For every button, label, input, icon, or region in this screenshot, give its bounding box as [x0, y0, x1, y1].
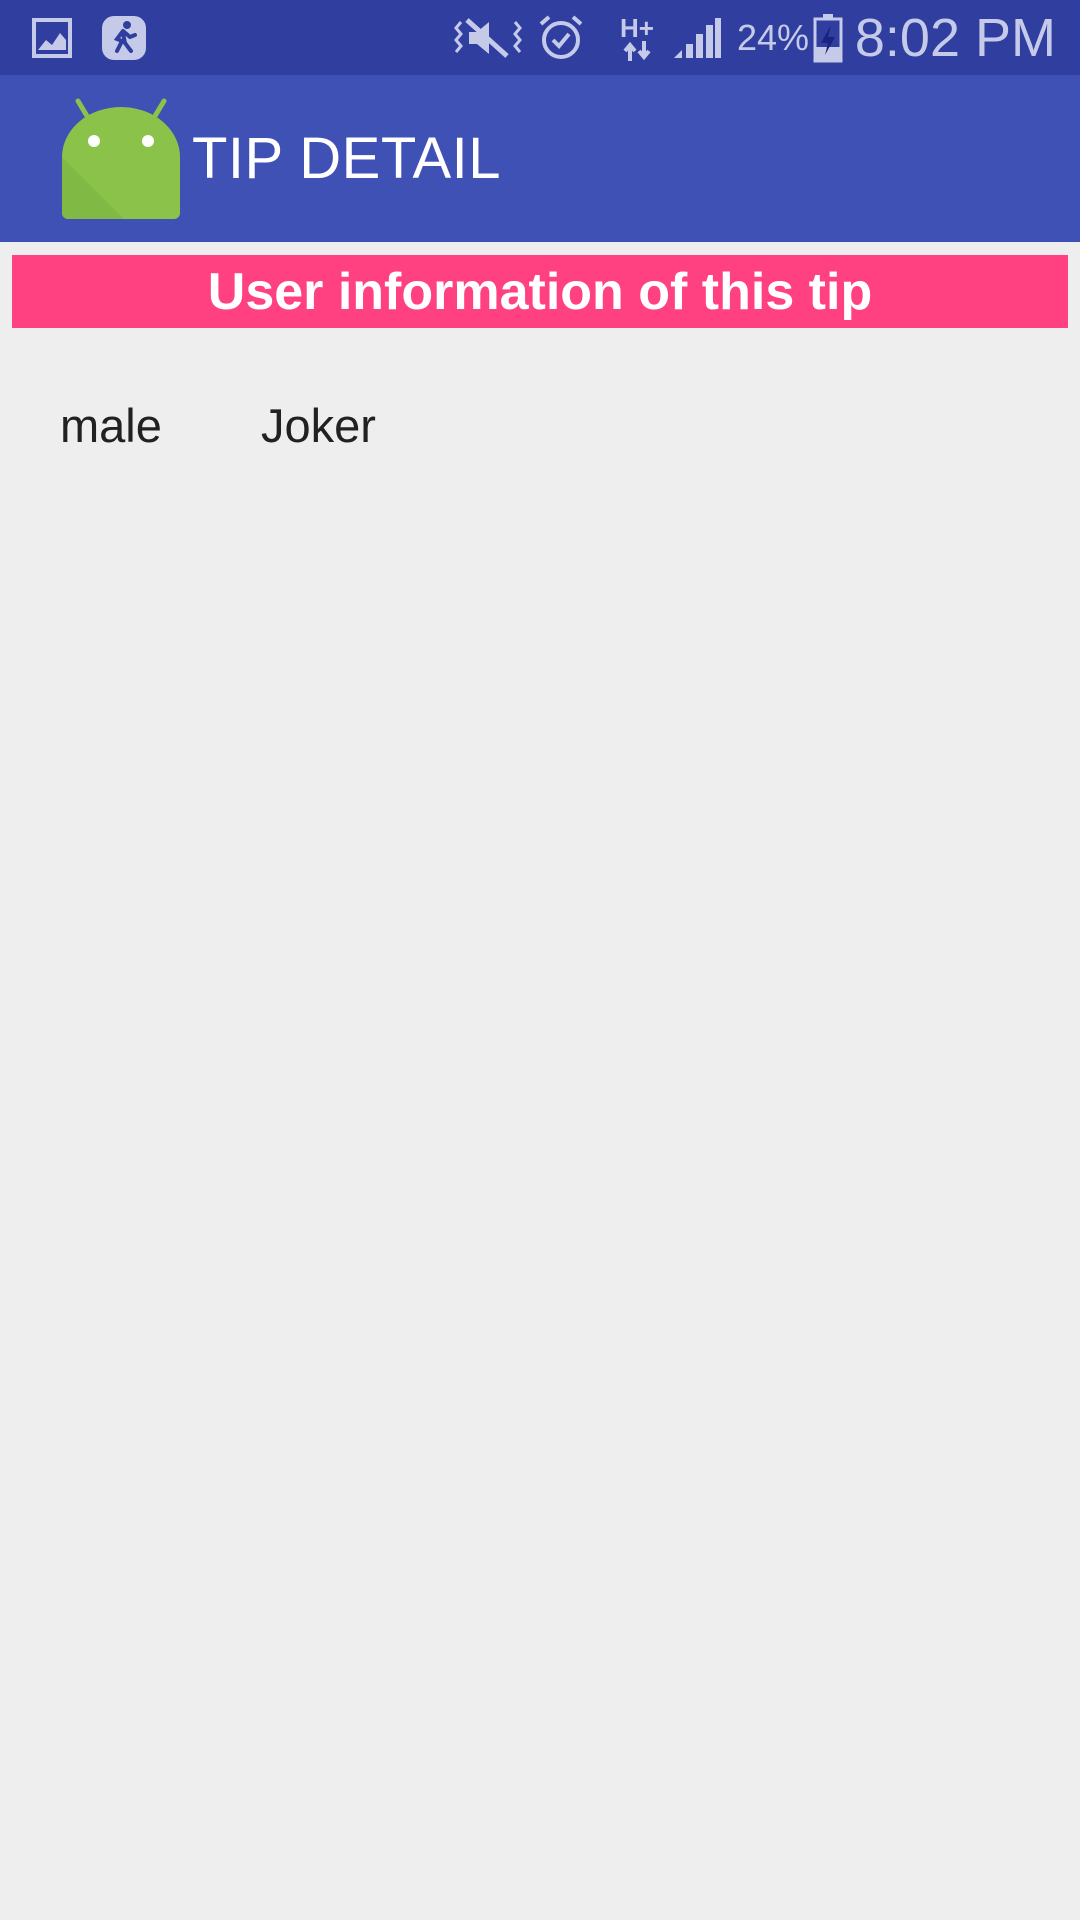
section-header: User information of this tip: [12, 255, 1068, 328]
vibrate-mute-icon: [452, 0, 524, 75]
signal-icon: [670, 0, 724, 75]
user-name: Joker: [261, 398, 376, 452]
user-info-row: male Joker: [60, 392, 376, 458]
alarm-icon: [536, 0, 586, 75]
status-bar: H+ 24% 8:02 PM: [0, 0, 1080, 75]
battery-charging-icon: [810, 0, 846, 75]
clock: 8:02 PM: [854, 7, 1056, 68]
network-type-label: H+: [620, 12, 654, 43]
page-title: TIP DETAIL: [192, 126, 502, 191]
app-bar: TIP DETAIL: [0, 75, 1080, 242]
network-hplus-icon: H+: [614, 0, 660, 75]
runner-app-icon: [100, 0, 148, 75]
gallery-icon: [30, 0, 74, 75]
battery-percent: 24%: [737, 16, 810, 58]
user-gender: male: [60, 398, 162, 452]
android-icon: [58, 95, 184, 221]
